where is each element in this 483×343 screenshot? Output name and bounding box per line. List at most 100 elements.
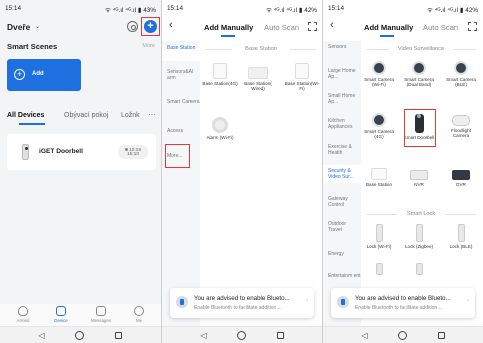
user-icon: [134, 306, 144, 316]
tab-auto-scan[interactable]: Auto Scan: [423, 23, 458, 32]
nav-back-icon[interactable]: ◁: [360, 331, 369, 340]
device-card[interactable]: iGET Doorbell 10:19 15:10: [7, 134, 156, 170]
lock-icon: [457, 224, 465, 242]
sidebar-item-sensors[interactable]: Sensors&Al arm: [162, 69, 200, 81]
device-label: Lock (BLE): [449, 244, 473, 249]
nav-recent-icon[interactable]: [438, 332, 445, 339]
phone-add-manually-security: 15:14 ᯤ ⁴ᴳ.ıl ⁴ᴳ.ıl ▮ 42% ‹ Add Manually…: [323, 0, 483, 343]
chevron-right-icon[interactable]: ›: [306, 298, 308, 304]
device-item[interactable]: Lock (Zigbee): [401, 224, 437, 249]
nav-home-icon[interactable]: [398, 331, 407, 340]
nav-back-icon[interactable]: ◁: [37, 331, 46, 340]
tab-armed[interactable]: Armed: [4, 306, 42, 323]
base-station-icon: [371, 168, 387, 180]
lock-icon: [415, 263, 423, 275]
device-item[interactable]: Base Station(4G): [202, 63, 238, 86]
tab-device[interactable]: Device: [42, 306, 80, 323]
device-item[interactable]: Smart Camera (Dual Band): [401, 59, 437, 87]
sidebar-item-base-station[interactable]: Base Station: [162, 45, 200, 61]
nav-home-icon[interactable]: [75, 331, 84, 340]
scan-icon[interactable]: [468, 22, 477, 31]
status-bar: 15:14 ᯤ ⁴ᴳ.ıl ⁴ᴳ.ıl ▮ 43%: [0, 0, 161, 16]
chevron-down-icon[interactable]: ⌄: [35, 23, 40, 30]
device-item[interactable]: DVR: [443, 165, 479, 187]
sidebar-item-access[interactable]: Access: [162, 128, 200, 134]
device-item[interactable]: Smart Camera (4G): [361, 111, 397, 139]
device-label: Base Station( Wired): [244, 81, 272, 92]
sidebar-item-energy[interactable]: Energy: [323, 251, 361, 257]
tab-messages-label: Messages: [90, 318, 111, 323]
device-item[interactable]: Smart Camera (Wi-Fi): [361, 59, 397, 87]
section-title: Smart Lock: [406, 211, 436, 217]
nvr-icon: [410, 170, 428, 180]
nav-recent-icon[interactable]: [115, 332, 122, 339]
device-label: Smart Camera (4G): [364, 129, 394, 140]
tab-me[interactable]: Me: [120, 306, 158, 323]
plus-icon: +: [14, 69, 25, 80]
device-item[interactable]: Floodlight Camera: [443, 111, 479, 138]
device-item[interactable]: Base Station(Wi-Fi): [284, 63, 320, 91]
base-station-icon: [295, 63, 309, 79]
tab-bedroom[interactable]: Ložnk: [121, 112, 140, 119]
nav-recent-icon[interactable]: [277, 332, 284, 339]
back-arrow-icon[interactable]: ‹: [330, 19, 334, 31]
tab-add-manually[interactable]: Add Manually: [364, 23, 413, 32]
sidebar-item-sensors[interactable]: Sensors: [323, 44, 361, 50]
device-item[interactable]: Base Station: [361, 165, 397, 187]
bluetooth-toast[interactable]: You are advised to enable Blueto... Enab…: [331, 288, 475, 318]
tab-messages[interactable]: Messages: [82, 306, 120, 323]
device-item[interactable]: Base Station( Wired): [240, 63, 276, 91]
sidebar-item-entertainment[interactable]: Entertainm ent: [323, 273, 361, 279]
sidebar-item-smart-camera[interactable]: Smart Camera: [162, 99, 200, 105]
nav-back-icon[interactable]: ◁: [199, 331, 208, 340]
lock-icon: [375, 263, 383, 275]
status-time: 15:14: [167, 5, 183, 12]
device-label: Alarm (Wi-Fi): [206, 135, 234, 140]
tab-add-manually[interactable]: Add Manually: [204, 23, 253, 32]
sidebar-item-large-home[interactable]: Large Home Ap...: [323, 68, 361, 80]
device-item[interactable]: Smart Camera (BLE): [443, 59, 479, 87]
device-item[interactable]: Lock (Wi-Fi): [361, 224, 397, 249]
system-nav-bar: ◁: [323, 326, 483, 343]
device-label: NVR: [414, 182, 424, 187]
add-scene-button[interactable]: + Add: [7, 59, 81, 91]
category-sidebar: Base Station Sensors&Al arm Smart Camera…: [162, 41, 200, 326]
sidebar-item-security[interactable]: Security & Video Sur...: [323, 165, 361, 183]
status-icons: ᯤ ⁴ᴳ.ıl ⁴ᴳ.ıl ▮ 42%: [265, 7, 317, 14]
device-item[interactable]: Lock (BLE): [443, 224, 479, 249]
sidebar-item-outdoor[interactable]: Outdoor Travel: [323, 221, 361, 233]
device-label: Base Station(Wi-Fi): [284, 81, 320, 92]
more-link[interactable]: More: [142, 43, 155, 49]
nav-home-icon[interactable]: [237, 331, 246, 340]
more-icon[interactable]: ···: [148, 110, 156, 119]
device-label: Smart Camera (Wi-Fi): [364, 77, 394, 88]
device-item[interactable]: [361, 263, 397, 277]
tab-device-label: Device: [54, 318, 68, 323]
base-station-icon: [213, 63, 227, 79]
sidebar-item-kitchen[interactable]: Kitchen Appliances: [323, 118, 361, 130]
device-item[interactable]: [401, 263, 437, 277]
scene-icon[interactable]: [127, 21, 138, 32]
tab-all-devices[interactable]: All Devices: [7, 112, 44, 119]
bluetooth-toast[interactable]: You are advised to enable Blueto... Enab…: [170, 288, 314, 318]
device-item[interactable]: Alarm (Wi-Fi): [202, 117, 238, 140]
tab-auto-scan[interactable]: Auto Scan: [264, 23, 299, 32]
tab-indicator: [380, 35, 394, 37]
scan-icon[interactable]: [308, 22, 317, 31]
device-label: DVR: [456, 182, 466, 187]
device-item[interactable]: NVR: [401, 165, 437, 187]
status-time: 15:14: [328, 5, 344, 12]
toast-body: Enable Bluetooth to facilitate addition …: [355, 305, 443, 311]
toast-body: Enable Bluetooth to facilitate addition …: [194, 305, 282, 311]
sidebar-item-gateway[interactable]: Gateway Control: [323, 196, 361, 208]
chevron-right-icon[interactable]: ›: [467, 298, 469, 304]
sidebar-item-small-home[interactable]: Small Home Ap...: [323, 93, 361, 105]
divider: [367, 49, 389, 50]
tab-living-room[interactable]: Obývací pokoj: [64, 112, 108, 119]
add-scene-label: Add: [32, 71, 44, 77]
home-name[interactable]: Dveře: [7, 22, 30, 32]
device-label: Base Station: [365, 182, 393, 187]
home-icon: [56, 306, 66, 316]
sidebar-item-exercise[interactable]: Exercise & Health: [323, 144, 361, 156]
back-arrow-icon[interactable]: ‹: [169, 19, 173, 31]
